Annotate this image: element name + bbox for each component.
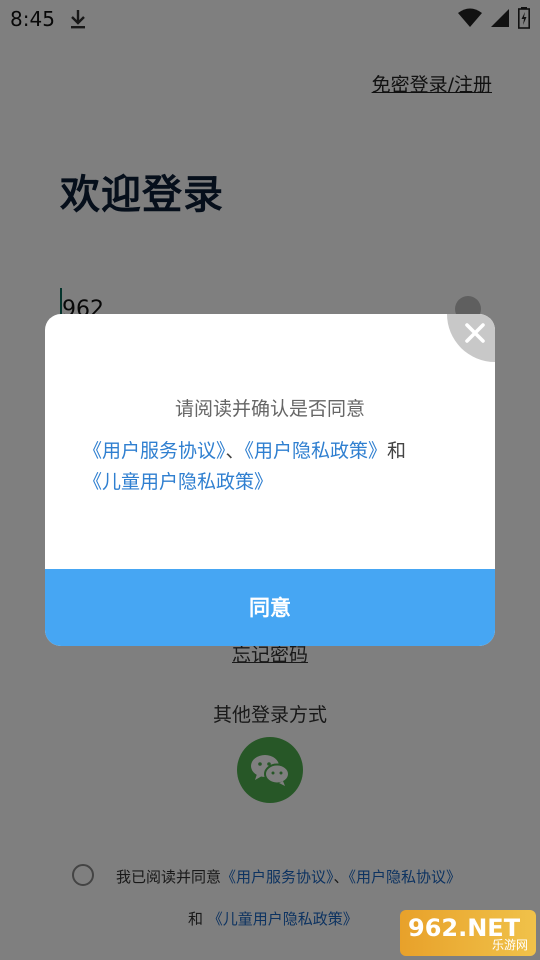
watermark-logo: 962.NET 乐游网 — [400, 910, 536, 956]
dialog-body: 《用户服务协议》、《用户隐私政策》和 《儿童用户隐私政策》 — [83, 436, 473, 498]
close-icon — [465, 323, 485, 343]
dialog-separator: 、 — [225, 440, 245, 462]
dialog-child-privacy-link[interactable]: 《儿童用户隐私政策》 — [83, 471, 273, 493]
dialog-service-agreement-link[interactable]: 《用户服务协议》 — [83, 440, 226, 462]
agree-button[interactable]: 同意 — [45, 569, 495, 646]
consent-dialog: 请阅读并确认是否同意 《用户服务协议》、《用户隐私政策》和 《儿童用户隐私政策》… — [45, 314, 495, 646]
dialog-title: 请阅读并确认是否同意 — [174, 398, 365, 420]
dialog-and: 和 — [387, 440, 407, 462]
dialog-privacy-policy-link[interactable]: 《用户隐私政策》 — [245, 440, 388, 462]
dialog-close-button[interactable] — [447, 314, 495, 362]
watermark-sub: 乐游网 — [491, 938, 528, 952]
